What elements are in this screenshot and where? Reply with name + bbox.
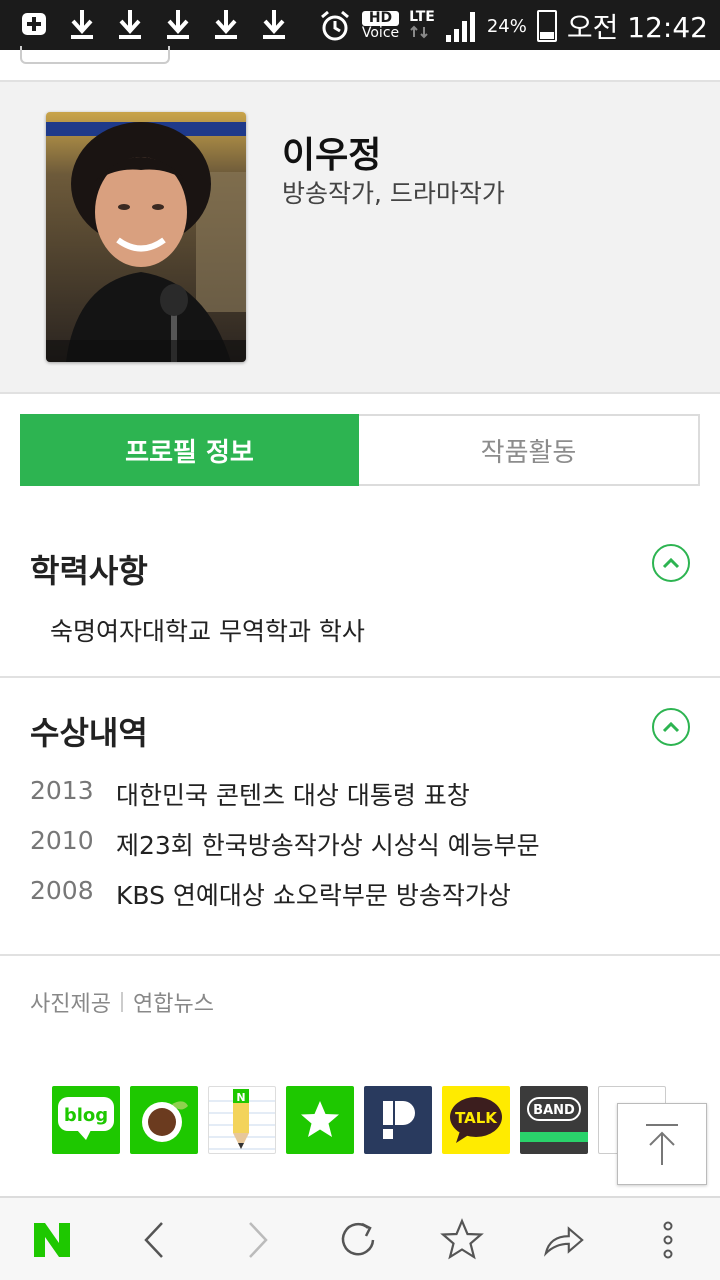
signal-icon bbox=[445, 12, 475, 42]
award-text: 제23회 한국방송작가상 시상식 예능부문 bbox=[116, 831, 540, 860]
battery-icon bbox=[536, 10, 557, 42]
star-icon bbox=[440, 1218, 484, 1260]
talk-label: TALK bbox=[455, 1109, 498, 1127]
naver-logo-icon bbox=[34, 1223, 70, 1257]
awards-title: 수상내역 bbox=[30, 714, 148, 752]
awards-collapse-button[interactable] bbox=[652, 708, 690, 746]
lte-indicator: LTE bbox=[409, 8, 435, 43]
download-icon bbox=[119, 10, 141, 39]
award-year: 2013 bbox=[30, 776, 94, 805]
profile-role: 방송작가, 드라마작가 bbox=[282, 179, 505, 208]
kakaotalk-icon: TALK bbox=[450, 1097, 502, 1143]
cafe-cup-icon bbox=[142, 1101, 188, 1142]
download-icon bbox=[215, 10, 237, 39]
band-label: BAND bbox=[533, 1103, 575, 1118]
profile-name: 이우정 bbox=[282, 135, 382, 176]
bookmark-button[interactable] bbox=[440, 1218, 484, 1262]
forward-button[interactable] bbox=[236, 1218, 280, 1262]
system-indicators: HD Voice LTE 24% 오전 12:42 bbox=[318, 6, 708, 46]
awards-section: 수상내역 2013 대한민국 콘텐츠 대상 대통령 표창 2010 제23회 한… bbox=[0, 678, 720, 956]
profile-tabs: 프로필 정보 작품활동 bbox=[20, 414, 700, 486]
education-item: 숙명여자대학교 무역학과 학사 bbox=[50, 617, 365, 646]
download-icon bbox=[71, 10, 93, 39]
scroll-to-top-button[interactable] bbox=[617, 1103, 707, 1185]
profile-header: 이우정 방송작가, 드라마작가 bbox=[0, 82, 720, 394]
memo-pencil-icon: N bbox=[209, 1089, 275, 1150]
arrow-up-icon bbox=[646, 1124, 678, 1165]
clock: 오전 12:42 bbox=[566, 11, 708, 44]
photo-credit-source: 연합뉴스 bbox=[132, 992, 214, 1017]
share-kakaotalk-button[interactable]: TALK bbox=[442, 1086, 510, 1154]
award-year: 2008 bbox=[30, 876, 94, 905]
refresh-icon bbox=[341, 1222, 375, 1256]
more-menu-button[interactable] bbox=[646, 1218, 690, 1262]
education-title: 학력사항 bbox=[30, 552, 148, 590]
naver-home-button[interactable] bbox=[30, 1218, 74, 1262]
divider bbox=[120, 992, 123, 1012]
education-collapse-button[interactable] bbox=[652, 544, 690, 582]
profile-photo[interactable] bbox=[46, 112, 246, 362]
pholar-p-icon bbox=[383, 1101, 415, 1139]
lte-label: LTE bbox=[409, 8, 435, 25]
share-icon bbox=[544, 1226, 584, 1257]
portrait-image bbox=[46, 112, 246, 362]
back-icon bbox=[144, 1222, 163, 1258]
band-icon: BAND bbox=[520, 1097, 588, 1142]
award-row: 2010 제23회 한국방송작가상 시상식 예능부문 bbox=[30, 826, 540, 862]
status-bar: HD Voice LTE 24% 오전 12:42 bbox=[0, 0, 720, 50]
browser-nav-bar bbox=[0, 1196, 720, 1280]
share-bookmark-button[interactable] bbox=[286, 1086, 354, 1154]
tab-works[interactable]: 작품활동 bbox=[359, 416, 698, 484]
share-bar: blog N TALK BAND bbox=[52, 1086, 666, 1154]
share-blog-button[interactable]: blog bbox=[52, 1086, 120, 1154]
blog-icon: blog bbox=[58, 1097, 114, 1140]
share-band-button[interactable]: BAND bbox=[520, 1086, 588, 1154]
battery-percent: 24% bbox=[486, 15, 527, 37]
hd-label: HD bbox=[361, 11, 400, 26]
memo-n-label: N bbox=[236, 1091, 245, 1104]
hd-voice-indicator: HD Voice bbox=[361, 11, 400, 41]
refresh-button[interactable] bbox=[336, 1218, 380, 1262]
more-icon bbox=[663, 1221, 673, 1259]
share-pholar-button[interactable] bbox=[364, 1086, 432, 1154]
forward-icon bbox=[249, 1222, 268, 1258]
header-button[interactable] bbox=[20, 46, 170, 64]
share-button[interactable] bbox=[542, 1218, 586, 1262]
photo-credit: 사진제공 연합뉴스 bbox=[30, 986, 214, 1018]
share-cafe-button[interactable] bbox=[130, 1086, 198, 1154]
award-text: 대한민국 콘텐츠 대상 대통령 표창 bbox=[116, 781, 470, 810]
voice-label: Voice bbox=[361, 25, 400, 41]
chevron-up-icon bbox=[662, 721, 680, 733]
chevron-up-icon bbox=[662, 557, 680, 569]
data-transfer-icon bbox=[410, 25, 428, 38]
back-button[interactable] bbox=[132, 1218, 176, 1262]
download-icon bbox=[167, 10, 189, 39]
award-row: 2008 KBS 연예대상 쇼오락부문 방송작가상 bbox=[30, 876, 511, 912]
blog-label: blog bbox=[64, 1105, 108, 1126]
plus-notification-icon bbox=[22, 13, 46, 35]
award-row: 2013 대한민국 콘텐츠 대상 대통령 표창 bbox=[30, 776, 470, 812]
tab-profile-info[interactable]: 프로필 정보 bbox=[20, 414, 359, 486]
education-section: 학력사항 숙명여자대학교 무역학과 학사 bbox=[0, 520, 720, 678]
header-remnant bbox=[0, 46, 720, 82]
download-icon bbox=[263, 10, 285, 39]
notification-icons bbox=[20, 8, 288, 40]
photo-credit-label: 사진제공 bbox=[30, 992, 111, 1017]
award-text: KBS 연예대상 쇼오락부문 방송작가상 bbox=[116, 881, 511, 910]
star-icon bbox=[301, 1101, 339, 1137]
share-memo-button[interactable]: N bbox=[208, 1086, 276, 1154]
alarm-icon bbox=[320, 10, 349, 41]
award-year: 2010 bbox=[30, 826, 94, 855]
